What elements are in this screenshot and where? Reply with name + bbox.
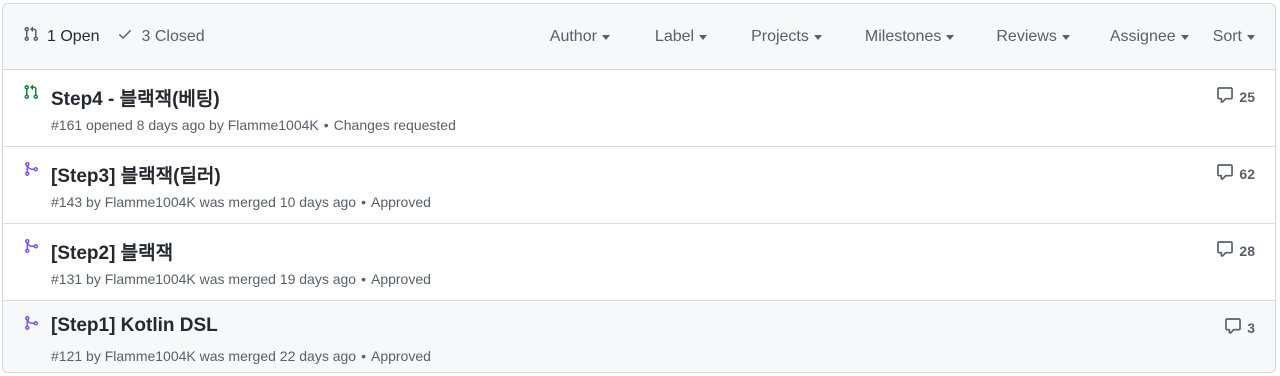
comments-link[interactable]: 62	[1216, 163, 1255, 184]
review-status[interactable]: Approved	[371, 348, 431, 364]
pull-request-info: #131 by Flamme1004K was merged 19 days a…	[51, 271, 357, 287]
pull-request-info: #143 by Flamme1004K was merged 10 days a…	[51, 194, 357, 210]
table-row[interactable]: [Step3] 블랙잭(딜러) #143 by Flamme1004K was m…	[3, 147, 1275, 224]
comment-icon	[1216, 163, 1239, 184]
git-pull-request-icon	[23, 84, 39, 105]
pull-request-title[interactable]: [Step3] 블랙잭(딜러)	[51, 161, 221, 188]
filter-assignee[interactable]: Assignee	[1110, 28, 1189, 46]
caret-down-icon	[1180, 35, 1189, 40]
pull-request-meta: #161 opened 8 days ago by Flamme1004K • Ch…	[51, 117, 456, 133]
separator-dot: •	[361, 271, 366, 287]
comment-icon	[1224, 317, 1247, 338]
filter-label: Reviews	[996, 27, 1057, 45]
comments-link[interactable]: 3	[1224, 317, 1255, 338]
caret-down-icon	[813, 35, 822, 40]
table-row[interactable]: [Step2] 블랙잭 #131 by Flamme1004K was merge…	[3, 224, 1275, 301]
comments-link[interactable]: 25	[1216, 86, 1255, 107]
pull-request-title[interactable]: [Step1] Kotlin DSL	[51, 315, 218, 337]
review-status[interactable]: Approved	[371, 194, 431, 210]
filter-milestones[interactable]: Milestones	[864, 27, 955, 46]
list-header: 1 Open 3 Closed Author Label Projects Miles…	[3, 4, 1275, 70]
pull-request-meta: #143 by Flamme1004K was merged 10 days a…	[51, 194, 431, 210]
comment-count: 3	[1247, 319, 1255, 336]
comments-link[interactable]: 28	[1216, 240, 1255, 261]
pull-request-meta: #121 by Flamme1004K was merged 22 days a…	[51, 348, 431, 364]
filter-reviews[interactable]: Reviews	[996, 27, 1070, 46]
git-merge-icon	[23, 315, 39, 336]
pull-request-meta: #131 by Flamme1004K was merged 19 days a…	[51, 271, 431, 287]
comment-icon	[1216, 86, 1239, 107]
comment-count: 25	[1239, 88, 1255, 105]
git-merge-icon	[23, 238, 39, 259]
comment-count: 28	[1239, 242, 1255, 259]
comment-count: 62	[1239, 165, 1255, 182]
caret-down-icon	[1061, 35, 1070, 40]
git-pull-request-icon	[23, 26, 47, 47]
filter-label: Label	[654, 27, 695, 45]
caret-down-icon	[1247, 35, 1255, 40]
pull-request-title[interactable]: [Step2] 블랙잭	[51, 238, 173, 265]
table-row[interactable]: Step4 - 블랙잭(베팅) #161 opened 8 days ago by…	[3, 70, 1275, 147]
table-row[interactable]: [Step1] Kotlin DSL #121 by Flamme1004K wa…	[3, 301, 1275, 372]
caret-down-icon	[699, 35, 708, 40]
filter-sort[interactable]: Sort	[1213, 28, 1255, 46]
check-icon	[117, 26, 141, 47]
closed-filter[interactable]: 3 Closed	[117, 26, 205, 47]
filter-author[interactable]: Author	[550, 28, 610, 46]
filter-label: Milestones	[864, 27, 942, 45]
git-merge-icon	[23, 161, 39, 182]
review-status[interactable]: Approved	[371, 271, 431, 287]
filter-label: Projects	[751, 27, 809, 45]
caret-down-icon	[946, 35, 955, 40]
comment-icon	[1216, 240, 1239, 261]
separator-dot: •	[361, 194, 366, 210]
filter-bar: Author Label Projects Milestones Reviews Assi…	[550, 4, 1275, 69]
filter-label[interactable]: Label	[654, 27, 708, 46]
pull-request-title[interactable]: Step4 - 블랙잭(베팅)	[51, 84, 220, 111]
review-status[interactable]: Changes requested	[334, 117, 456, 133]
state-toggle: 1 Open 3 Closed	[23, 26, 205, 47]
filter-label: Sort	[1212, 27, 1242, 45]
open-count-label: 1 Open	[47, 27, 100, 45]
filter-label: Author	[549, 27, 597, 45]
separator-dot: •	[361, 348, 366, 364]
caret-down-icon	[601, 35, 610, 40]
closed-count-label: 3 Closed	[141, 27, 205, 45]
separator-dot: •	[323, 117, 329, 133]
filter-label: Assignee	[1109, 27, 1176, 45]
filter-projects[interactable]: Projects	[751, 28, 822, 46]
pull-request-info: #121 by Flamme1004K was merged 22 days a…	[51, 348, 357, 364]
pull-request-rows: Step4 - 블랙잭(베팅) #161 opened 8 days ago by…	[3, 70, 1275, 372]
pull-request-info: #161 opened 8 days ago by Flamme1004K	[51, 117, 319, 133]
pull-request-list: 1 Open 3 Closed Author Label Projects Miles…	[2, 3, 1276, 373]
open-filter[interactable]: 1 Open	[23, 26, 99, 47]
